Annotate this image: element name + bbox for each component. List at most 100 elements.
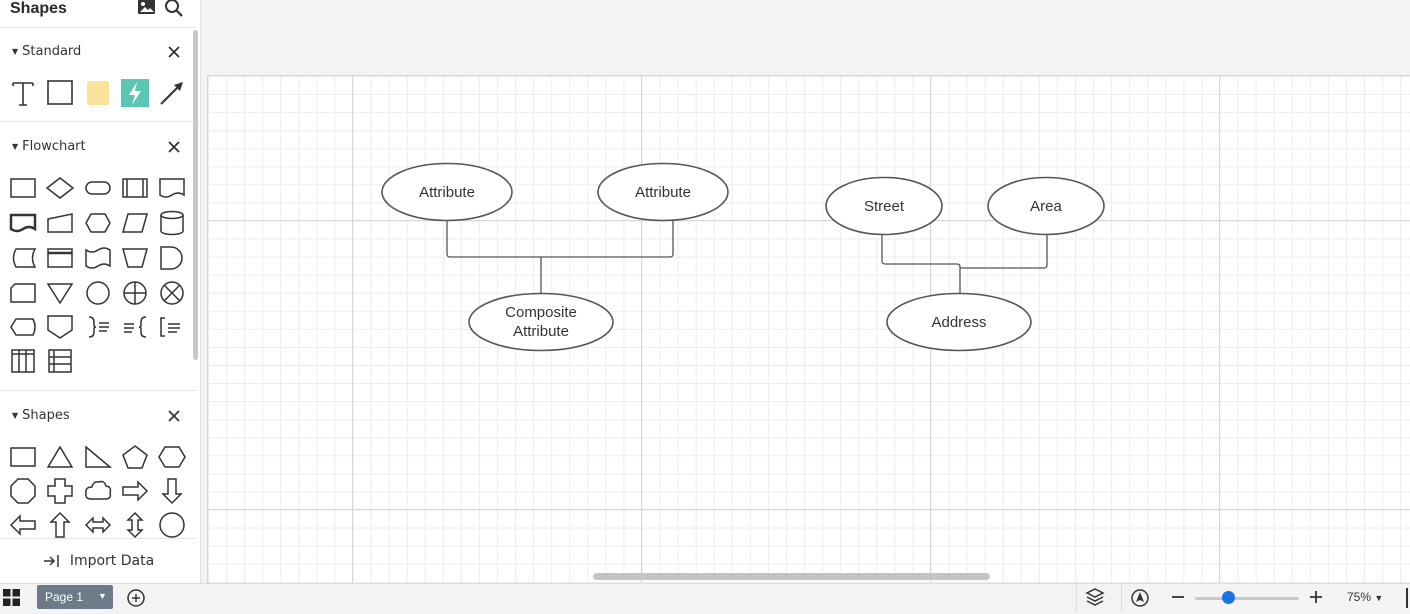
sidebar-scrollbar[interactable]: [193, 30, 198, 360]
zoom-level-dropdown[interactable]: 75% ▼: [1347, 590, 1383, 604]
decision-shape-icon[interactable]: [45, 173, 75, 203]
down-arrow-shape-icon[interactable]: [157, 476, 187, 506]
zoom-out-icon[interactable]: [1170, 589, 1186, 610]
square-shape-icon[interactable]: [8, 442, 38, 472]
or-junction-icon[interactable]: [157, 278, 187, 308]
summing-junction-icon[interactable]: [120, 278, 150, 308]
sidebar-title: Shapes: [10, 0, 67, 17]
manual-input-icon[interactable]: [45, 208, 75, 238]
zoom-caret-icon: ▼: [1374, 593, 1384, 603]
cross-shape-icon[interactable]: [45, 476, 75, 506]
octagon-shape-icon[interactable]: [8, 476, 38, 506]
section-header-flowchart[interactable]: ▼ Flowchart: [12, 139, 86, 154]
up-arrow-shape-icon[interactable]: [45, 510, 75, 540]
address-label: Address: [931, 314, 986, 331]
hexagon-shape-icon[interactable]: [157, 442, 187, 472]
left-right-arrow-icon[interactable]: [83, 510, 113, 540]
multi-document-icon[interactable]: [8, 208, 38, 238]
display-shape-icon[interactable]: [8, 312, 38, 342]
manual-operation-icon[interactable]: [120, 243, 150, 273]
diagram-canvas[interactable]: Attribute Attribute Composite Attribute …: [207, 75, 1410, 584]
close-flowchart-icon[interactable]: [164, 137, 184, 157]
vertical-swimlane-icon[interactable]: [8, 346, 38, 376]
connector-circle-icon[interactable]: [83, 278, 113, 308]
brace-note-left-icon[interactable]: [120, 312, 150, 342]
database-shape-icon[interactable]: [157, 208, 187, 238]
collapse-triangle-icon: ▼: [12, 411, 19, 420]
rectangle-tool-icon[interactable]: [45, 78, 75, 108]
area-ellipse[interactable]: Area: [987, 176, 1105, 236]
off-page-connector-icon[interactable]: [45, 312, 75, 342]
page-tab-label: Page 1: [45, 590, 84, 604]
divider: [1076, 584, 1077, 612]
collapse-triangle-icon: ▼: [12, 47, 19, 56]
up-down-arrow-icon[interactable]: [120, 510, 150, 540]
left-arrow-shape-icon[interactable]: [8, 510, 38, 540]
section-header-shapes[interactable]: ▼ Shapes: [12, 408, 70, 423]
zoom-slider-track[interactable]: [1195, 597, 1299, 600]
fullscreen-icon[interactable]: [1406, 588, 1410, 608]
composite-attribute-ellipse[interactable]: Composite Attribute: [468, 292, 614, 352]
navigate-icon[interactable]: [1130, 588, 1150, 613]
divider: [1121, 584, 1122, 612]
close-shapes-icon[interactable]: [164, 406, 184, 426]
internal-storage-icon[interactable]: [45, 243, 75, 273]
annotation-icon[interactable]: [157, 312, 187, 342]
pentagon-shape-icon[interactable]: [120, 442, 150, 472]
zoom-level: 75%: [1347, 590, 1372, 604]
connector-line[interactable]: [446, 220, 674, 258]
section-header-standard[interactable]: ▼ Standard: [12, 44, 81, 59]
image-icon[interactable]: [137, 0, 157, 23]
circle-shape-icon[interactable]: [157, 510, 187, 540]
triangle-shape-icon[interactable]: [45, 442, 75, 472]
lightning-icon[interactable]: [120, 78, 150, 108]
arrow-line-icon[interactable]: [157, 78, 187, 108]
card-shape-icon[interactable]: [8, 278, 38, 308]
import-data-button[interactable]: Import Data: [0, 538, 196, 583]
page-menu-caret-icon[interactable]: ▼: [98, 591, 107, 601]
brace-note-right-icon[interactable]: [83, 312, 113, 342]
composite-label-line2: Attribute: [513, 323, 569, 340]
attribute-ellipse[interactable]: Attribute: [597, 162, 729, 222]
zoom-slider-handle[interactable]: [1222, 591, 1235, 604]
document-shape-icon[interactable]: [157, 173, 187, 203]
import-icon: [43, 554, 59, 567]
street-label: Street: [864, 198, 905, 215]
address-ellipse[interactable]: Address: [886, 292, 1032, 352]
horizontal-swimlane-icon[interactable]: [45, 346, 75, 376]
preparation-shape-icon[interactable]: [83, 208, 113, 238]
grid-view-icon[interactable]: [3, 589, 21, 612]
section-label: Shapes: [22, 408, 70, 423]
zoom-in-icon[interactable]: [1308, 589, 1324, 610]
terminator-shape-icon[interactable]: [83, 173, 113, 203]
area-label: Area: [1030, 198, 1062, 215]
stored-data-icon[interactable]: [8, 243, 38, 273]
attribute-ellipse[interactable]: Attribute: [381, 162, 513, 222]
text-tool-icon[interactable]: [8, 78, 38, 108]
close-standard-icon[interactable]: [164, 42, 184, 62]
search-icon[interactable]: [163, 0, 185, 25]
collapse-triangle-icon: ▼: [12, 142, 19, 151]
attribute-label: Attribute: [635, 184, 691, 201]
delay-shape-icon[interactable]: [157, 243, 187, 273]
bottom-bar: Page 1 ▼ 75% ▼: [0, 583, 1410, 612]
street-ellipse[interactable]: Street: [825, 176, 943, 236]
data-shape-icon[interactable]: [120, 208, 150, 238]
process-shape-icon[interactable]: [8, 173, 38, 203]
horizontal-scrollbar[interactable]: [593, 573, 990, 580]
layers-icon[interactable]: [1085, 587, 1105, 614]
right-triangle-icon[interactable]: [83, 442, 113, 472]
er-diagram: Attribute Attribute Composite Attribute …: [381, 162, 1105, 352]
connector-line[interactable]: [881, 235, 961, 294]
merge-shape-icon[interactable]: [45, 278, 75, 308]
connector-line[interactable]: [960, 235, 1048, 269]
cloud-shape-icon[interactable]: [83, 476, 113, 506]
add-page-icon[interactable]: [126, 588, 146, 613]
shapes-sidebar: Shapes ▼ Standard ▼ Flowchart ▼ Shapes I…: [0, 0, 201, 611]
right-arrow-shape-icon[interactable]: [120, 476, 150, 506]
punched-tape-icon[interactable]: [83, 243, 113, 273]
sticky-note-icon[interactable]: [83, 78, 113, 108]
divider: [0, 390, 196, 391]
predefined-process-icon[interactable]: [120, 173, 150, 203]
page-tab[interactable]: Page 1 ▼: [37, 585, 113, 609]
